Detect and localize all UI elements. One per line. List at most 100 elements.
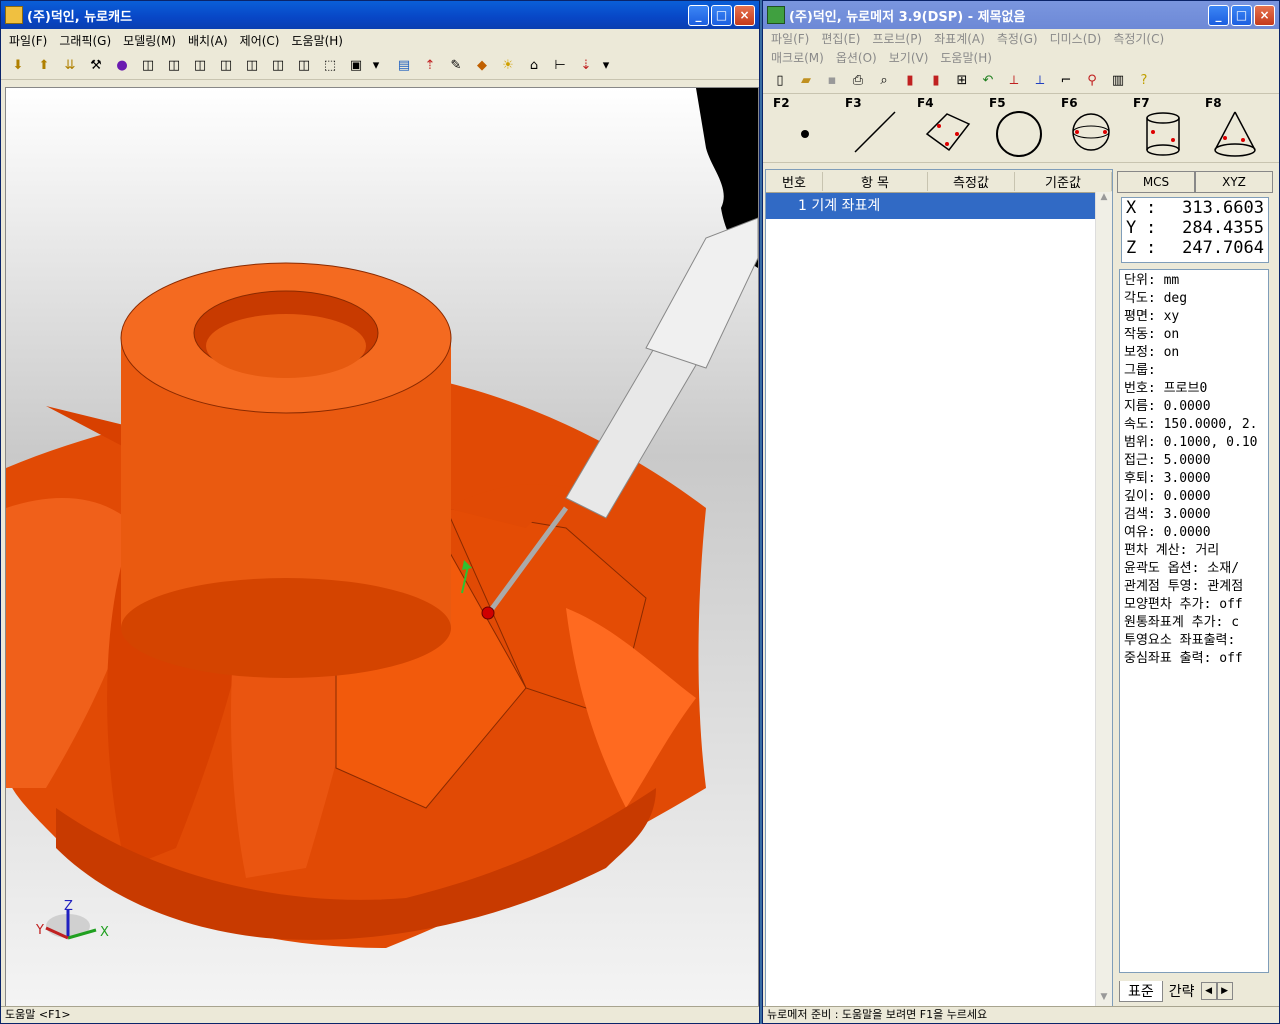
new-file-icon[interactable]: ▯ — [769, 69, 791, 91]
help-icon[interactable]: ? — [1133, 69, 1155, 91]
undo-icon[interactable]: ↶ — [977, 69, 999, 91]
report2-icon[interactable]: ▮ — [925, 69, 947, 91]
menu-macro[interactable]: 매크로(M) — [771, 49, 824, 66]
chart-icon[interactable]: ⊞ — [951, 69, 973, 91]
menu-options[interactable]: 옵션(O) — [836, 49, 877, 66]
measure-menubar-row1: 파일(F) 편집(E) 프로브(P) 좌표계(A) 측정(G) 디미스(D) 측… — [763, 29, 1279, 48]
minimize-button[interactable]: _ — [1208, 4, 1229, 26]
menu-graphic[interactable]: 그래픽(G) — [59, 32, 111, 49]
measure-toolbar: ▯ ▰ ▪ ⎙ ⌕ ▮ ▮ ⊞ ↶ ⟂ ⟂ ⌐ ⚲ ▥ ? — [763, 67, 1279, 94]
view-right-icon[interactable]: ◫ — [215, 54, 237, 76]
feature-cylinder-button[interactable]: F7 — [1133, 94, 1205, 162]
menu-help[interactable]: 도움말(H) — [940, 49, 992, 66]
menu-modeling[interactable]: 모델링(M) — [123, 32, 176, 49]
probe-path-icon[interactable]: ⇡ — [419, 54, 441, 76]
tab-scroll-left-icon[interactable]: ◀ — [1200, 982, 1217, 1000]
save-icon[interactable]: ▪ — [821, 69, 843, 91]
bottom-tabs: 표준 간략 ◀ ▶ — [1119, 979, 1269, 1003]
tab-standard[interactable]: 표준 — [1119, 980, 1163, 1002]
menu-help[interactable]: 도움말(H) — [291, 32, 343, 49]
close-button[interactable]: × — [1254, 4, 1275, 26]
panel-icon[interactable]: ▥ — [1107, 69, 1129, 91]
toolbar-overflow-icon[interactable]: ▾ — [371, 54, 381, 76]
app-icon — [767, 6, 785, 24]
prop-range: 범위: 0.1000, 0.10 — [1124, 435, 1258, 450]
report-icon[interactable]: ▮ — [899, 69, 921, 91]
col-nominal[interactable]: 기준값 — [1015, 171, 1112, 191]
align-icon[interactable]: ⌐ — [1055, 69, 1077, 91]
col-item[interactable]: 항 목 — [823, 171, 928, 191]
view-iso-icon[interactable]: ◫ — [137, 54, 159, 76]
view-bottom-icon[interactable]: ◫ — [267, 54, 289, 76]
tab-mcs[interactable]: MCS — [1117, 171, 1195, 193]
cad-titlebar[interactable]: (주)덕인, 뉴로캐드 _ □ × — [1, 1, 759, 29]
view-top-icon[interactable]: ◫ — [189, 54, 211, 76]
impeller-model: Z X Y — [6, 88, 758, 948]
measure-titlebar[interactable]: (주)덕인, 뉴로메저 3.9(DSP) - 제목없음 _ □ × — [763, 1, 1279, 29]
print-preview-icon[interactable]: ⌕ — [873, 69, 895, 91]
tab-scroll-right-icon[interactable]: ▶ — [1216, 982, 1233, 1000]
probe-tip-icon[interactable]: ⚲ — [1081, 69, 1103, 91]
menu-probe[interactable]: 프로브(P) — [872, 30, 922, 47]
dimension-icon[interactable]: ⊢ — [549, 54, 571, 76]
menu-dimension[interactable]: 디미스(D) — [1050, 30, 1102, 47]
feature-cone-button[interactable]: F8 — [1205, 94, 1277, 162]
light-icon[interactable]: ☀ — [497, 54, 519, 76]
import-icon[interactable]: ⬇ — [7, 54, 29, 76]
probe-icon[interactable]: ⇣ — [575, 54, 597, 76]
export-icon[interactable]: ⬆ — [33, 54, 55, 76]
measure-icon[interactable]: ✎ — [445, 54, 467, 76]
prop-plane: 평면: xy — [1124, 309, 1180, 324]
col-number[interactable]: 번호 — [766, 171, 823, 191]
cad-window: (주)덕인, 뉴로캐드 _ □ × 파일(F) 그래픽(G) 모델링(M) 배치… — [0, 0, 760, 1024]
menu-edit[interactable]: 편집(E) — [821, 30, 860, 47]
col-measured[interactable]: 측정값 — [928, 171, 1015, 191]
list-scrollbar[interactable]: ▲ ▼ — [1095, 192, 1112, 1008]
fkey-label: F8 — [1205, 96, 1222, 110]
close-button[interactable]: × — [734, 4, 755, 26]
tab-brief[interactable]: 간략 — [1163, 981, 1201, 1001]
menu-control[interactable]: 제어(C) — [240, 32, 280, 49]
feature-circle-button[interactable]: F5 — [989, 94, 1061, 162]
axis-icon[interactable]: ⟂ — [1003, 69, 1025, 91]
maximize-button[interactable]: □ — [1231, 4, 1252, 26]
prop-operation: 작동: on — [1124, 327, 1180, 342]
layer-icon[interactable]: ▤ — [393, 54, 415, 76]
coord-row-x: X:313.6603 — [1126, 198, 1264, 218]
print-icon[interactable]: ⎙ — [847, 69, 869, 91]
load-icon[interactable]: ⇊ — [59, 54, 81, 76]
zoom-fit-icon[interactable]: ▣ — [345, 54, 367, 76]
material-icon[interactable]: ◆ — [471, 54, 493, 76]
prop-approach: 접근: 5.0000 — [1124, 453, 1211, 468]
feature-sphere-button[interactable]: F6 — [1061, 94, 1133, 162]
feature-list-header: 번호 항 목 측정값 기준값 — [766, 170, 1112, 193]
section-icon[interactable]: ⌂ — [523, 54, 545, 76]
list-item[interactable]: 1 기계 좌표계 — [766, 193, 1096, 219]
measure-status-text: 뉴로메저 준비 : 도움말을 보려면 F1을 누르세요 — [767, 1008, 988, 1021]
axis2-icon[interactable]: ⟂ — [1029, 69, 1051, 91]
tools-icon[interactable]: ⚒ — [85, 54, 107, 76]
maximize-button[interactable]: □ — [711, 4, 732, 26]
menu-coordinate[interactable]: 좌표계(A) — [934, 30, 985, 47]
open-file-icon[interactable]: ▰ — [795, 69, 817, 91]
menu-file[interactable]: 파일(F) — [9, 32, 47, 49]
menu-machine[interactable]: 측정기(C) — [1113, 30, 1164, 47]
zoom-window-icon[interactable]: ⬚ — [319, 54, 341, 76]
feature-line-button[interactable]: F3 — [845, 94, 917, 162]
view-left-icon[interactable]: ◫ — [293, 54, 315, 76]
menu-arrange[interactable]: 배치(A) — [188, 32, 228, 49]
feature-plane-button[interactable]: F4 — [917, 94, 989, 162]
scroll-up-icon[interactable]: ▲ — [1096, 192, 1112, 208]
3d-viewport[interactable]: Z X Y — [5, 87, 759, 1009]
menu-measure[interactable]: 측정(G) — [997, 30, 1038, 47]
menu-file[interactable]: 파일(F) — [771, 30, 809, 47]
view-back-icon[interactable]: ◫ — [241, 54, 263, 76]
toolbar2-overflow-icon[interactable]: ▾ — [601, 54, 611, 76]
sphere-icon[interactable]: ● — [111, 54, 133, 76]
menu-view[interactable]: 보기(V) — [889, 49, 929, 66]
view-front-icon[interactable]: ◫ — [163, 54, 185, 76]
axis-label-y: Y — [35, 923, 44, 938]
minimize-button[interactable]: _ — [688, 4, 709, 26]
feature-point-button[interactable]: F2 — [773, 94, 845, 162]
tab-xyz[interactable]: XYZ — [1195, 171, 1273, 193]
